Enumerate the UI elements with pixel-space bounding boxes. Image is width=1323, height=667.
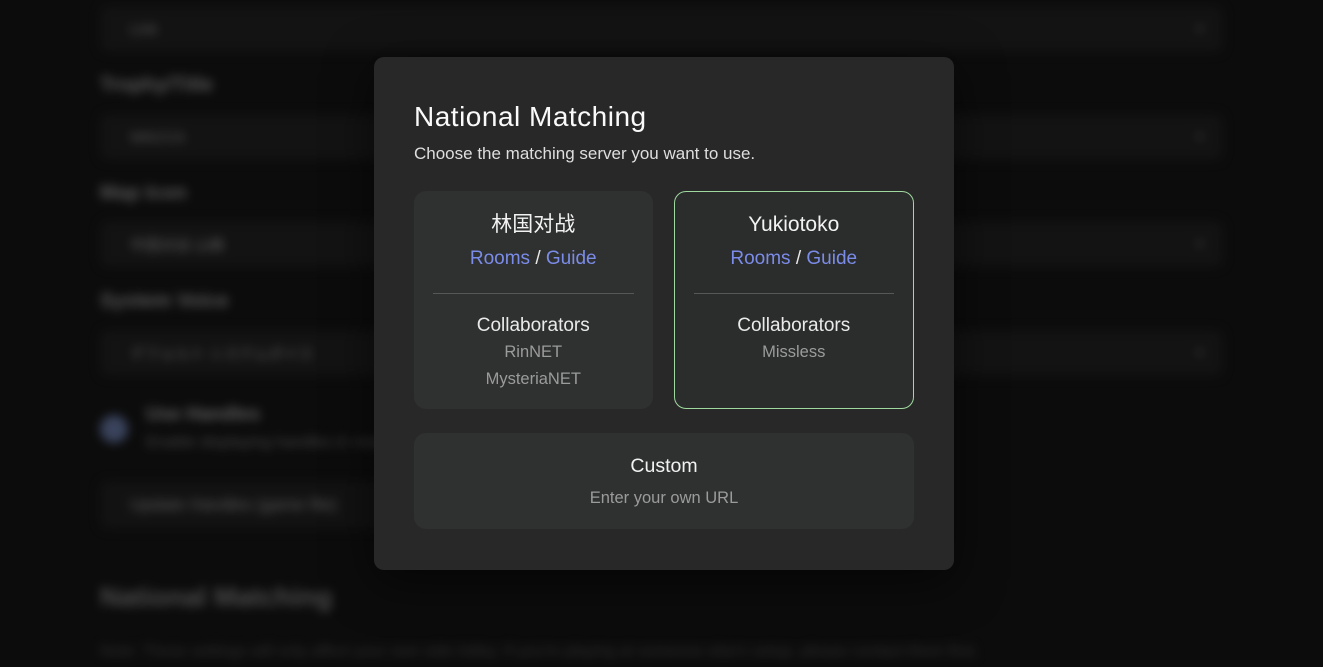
server-name: 林国对战 (414, 211, 653, 239)
dialog-subtitle: Choose the matching server you want to u… (414, 144, 914, 164)
link-separator: / (796, 248, 807, 269)
rooms-link[interactable]: Rooms (730, 248, 790, 269)
collaborator-name: RinNET (414, 339, 653, 366)
server-links: Rooms / Guide (414, 246, 653, 272)
guide-link[interactable]: Guide (806, 248, 857, 269)
collaborators-label: Collaborators (414, 313, 653, 339)
collaborator-name: Missless (675, 339, 914, 366)
server-options-row: 林国对战 Rooms / Guide Collaborators RinNET … (414, 191, 914, 409)
collaborators-label: Collaborators (675, 313, 914, 339)
card-divider (433, 293, 634, 294)
custom-title: Custom (414, 453, 914, 479)
rooms-link[interactable]: Rooms (470, 248, 530, 269)
dialog-title: National Matching (414, 101, 914, 133)
server-card-yukiotoko[interactable]: Yukiotoko Rooms / Guide Collaborators Mi… (674, 191, 915, 409)
national-matching-dialog: National Matching Choose the matching se… (374, 57, 954, 570)
server-card-linguo[interactable]: 林国对战 Rooms / Guide Collaborators RinNET … (414, 191, 653, 409)
custom-server-card[interactable]: Custom Enter your own URL (414, 433, 914, 529)
custom-subtitle: Enter your own URL (414, 486, 914, 510)
server-links: Rooms / Guide (675, 246, 914, 272)
collaborator-name: MysteriaNET (414, 366, 653, 393)
card-divider (694, 293, 895, 294)
link-separator: / (535, 248, 546, 269)
server-name: Yukiotoko (675, 211, 914, 239)
guide-link[interactable]: Guide (546, 248, 597, 269)
